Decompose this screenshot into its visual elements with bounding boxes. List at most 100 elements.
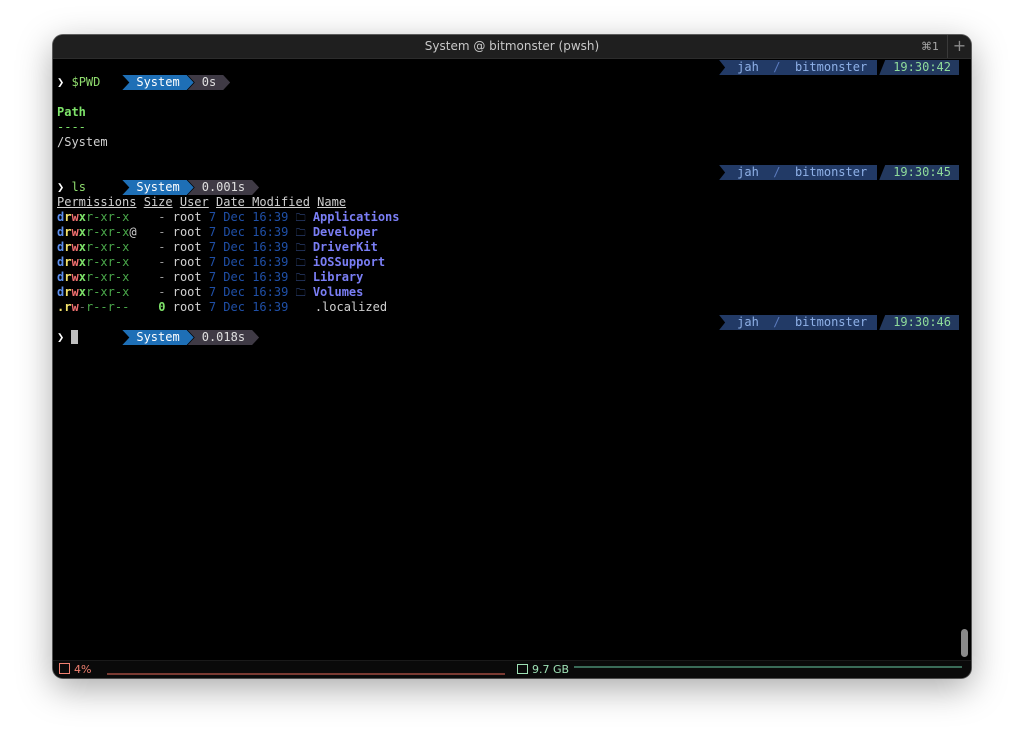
prompt-chevron-icon: ❯: [57, 330, 65, 344]
ls-size: -: [158, 225, 166, 239]
status-bar: 4% 9.7 GB: [53, 660, 971, 678]
command-line: ❯ ls: [57, 180, 86, 195]
command-line: ❯ $PWD: [57, 75, 100, 90]
ls-date: 7 Dec 16:39: [208, 210, 289, 224]
prompt-clock: 19:30:45: [879, 165, 959, 180]
prompt-clock: 19:30:46: [879, 315, 959, 330]
prompt-host: bitmonster: [794, 165, 868, 179]
ls-user: root: [172, 255, 202, 269]
folder-icon: 🗀: [295, 243, 306, 254]
col-permissions: Permissions: [57, 195, 137, 209]
ls-user: root: [172, 225, 202, 239]
prompt-dir-segment: System: [122, 330, 193, 345]
new-tab-button[interactable]: +: [947, 35, 971, 58]
pwd-header: Path: [57, 105, 86, 119]
ls-date: 7 Dec 16:39: [208, 225, 289, 239]
ls-row: drwxr-xr-x - root 7 Dec 16:39 🗀 Library: [57, 270, 363, 285]
folder-icon: 🗀: [295, 258, 306, 269]
memory-icon: [517, 664, 528, 674]
ls-row: drwxr-xr-x - root 7 Dec 16:39 🗀 Applicat…: [57, 210, 400, 225]
prompt-chevron-icon: ❯: [57, 180, 65, 194]
ls-row: .rw-r--r-- 0 root 7 Dec 16:39 .localized: [57, 300, 387, 315]
prompt-line: System 0s jah / bitmonster 19:30:42: [57, 60, 959, 75]
scrollbar-thumb[interactable]: [961, 629, 968, 657]
ls-permissions: drwxr-xr-x: [57, 210, 130, 224]
memory-usage-value: 9.7 GB: [532, 663, 570, 676]
folder-icon: 🗀: [295, 288, 306, 299]
ls-date: 7 Dec 16:39: [208, 270, 289, 284]
prompt-dir-segment: System: [122, 75, 193, 90]
prompt-dir-segment: System: [122, 180, 193, 195]
ls-name[interactable]: .localized: [315, 300, 387, 314]
prompt-duration-segment: 0.018s: [188, 330, 259, 345]
ls-user: root: [172, 285, 202, 299]
tab-shortcut-label: ⌘1: [921, 40, 939, 53]
ls-name[interactable]: DriverKit: [313, 240, 378, 254]
command-text: $PWD: [71, 75, 101, 89]
ls-permissions: drwxr-xr-x: [57, 255, 130, 269]
ls-row: drwxr-xr-x - root 7 Dec 16:39 🗀 iOSSuppo…: [57, 255, 385, 270]
ls-permissions: drwxr-xr-x: [57, 240, 130, 254]
prompt-right-segment: jah / bitmonster 19:30:42: [719, 60, 959, 75]
folder-icon: 🗀: [295, 213, 306, 224]
pwd-underline: ----: [57, 120, 86, 134]
prompt-line: System 0.001s jah / bitmonster 19:30:45: [57, 165, 959, 180]
terminal-output[interactable]: System 0s jah / bitmonster 19:30:42 ❯ $PWD…: [57, 58, 959, 660]
prompt-right-segment: jah / bitmonster 19:30:45: [719, 165, 959, 180]
ls-user: root: [172, 210, 202, 224]
ls-name[interactable]: Developer: [313, 225, 378, 239]
ls-date: 7 Dec 16:39: [208, 240, 289, 254]
ls-permissions: drwxr-xr-x: [57, 285, 130, 299]
window-title: System @ bitmonster (pwsh): [424, 39, 600, 53]
ls-row: drwxr-xr-x@ - root 7 Dec 16:39 🗀 Develop…: [57, 225, 378, 240]
cpu-usage-value: 4%: [74, 663, 92, 676]
memory-usage: 9.7 GB: [517, 663, 569, 676]
pwd-value: /System: [57, 135, 108, 149]
ls-date: 7 Dec 16:39: [208, 300, 289, 314]
col-date: Date Modified: [216, 195, 310, 209]
ls-name[interactable]: iOSSupport: [313, 255, 385, 269]
prompt-line: System 0.018s jah / bitmonster 19:30:46: [57, 315, 959, 330]
ls-permissions: .rw-r--r--: [57, 300, 130, 314]
prompt-user: jah: [737, 315, 759, 329]
col-size: Size: [143, 195, 173, 209]
ls-permissions: drwxr-xr-x: [57, 270, 130, 284]
ls-user: root: [172, 300, 202, 314]
command-text: ls: [71, 180, 86, 194]
folder-icon: 🗀: [295, 228, 306, 239]
prompt-host: bitmonster: [794, 60, 868, 74]
ls-user: root: [172, 240, 202, 254]
ls-user: root: [172, 270, 202, 284]
title-bar[interactable]: System @ bitmonster (pwsh) ⌘1 +: [53, 35, 971, 59]
terminal-window: System @ bitmonster (pwsh) ⌘1 + System 0s…: [53, 35, 971, 678]
col-name: Name: [317, 195, 347, 209]
ls-header-row: Permissions Size User Date Modified Name: [57, 195, 346, 210]
folder-icon: 🗀: [295, 273, 306, 284]
ls-row: drwxr-xr-x - root 7 Dec 16:39 🗀 Volumes: [57, 285, 363, 300]
col-user: User: [179, 195, 209, 209]
prompt-duration-segment: 0.001s: [188, 180, 259, 195]
ls-name[interactable]: Applications: [313, 210, 400, 224]
prompt-separator: /: [773, 165, 781, 179]
text-cursor: [71, 330, 79, 344]
prompt-right-segment: jah / bitmonster 19:30:46: [719, 315, 959, 330]
prompt-host: bitmonster: [794, 315, 868, 329]
prompt-separator: /: [773, 315, 781, 329]
prompt-user: jah: [737, 60, 759, 74]
ls-name[interactable]: Library: [313, 270, 364, 284]
ls-row: drwxr-xr-x - root 7 Dec 16:39 🗀 DriverKi…: [57, 240, 378, 255]
memory-graph: [574, 666, 962, 668]
prompt-duration-segment: 0s: [188, 75, 230, 90]
prompt-separator: /: [773, 60, 781, 74]
ls-name[interactable]: Volumes: [313, 285, 364, 299]
prompt-user: jah: [737, 165, 759, 179]
cpu-usage: 4%: [59, 663, 91, 676]
ls-date: 7 Dec 16:39: [208, 255, 289, 269]
cpu-graph: [107, 673, 505, 675]
cpu-chip-icon: [59, 663, 70, 674]
prompt-clock: 19:30:42: [879, 60, 959, 75]
ls-date: 7 Dec 16:39: [208, 285, 289, 299]
command-line[interactable]: ❯: [57, 330, 79, 345]
ls-permissions: drwxr-xr-x@: [57, 225, 137, 239]
prompt-chevron-icon: ❯: [57, 75, 65, 89]
